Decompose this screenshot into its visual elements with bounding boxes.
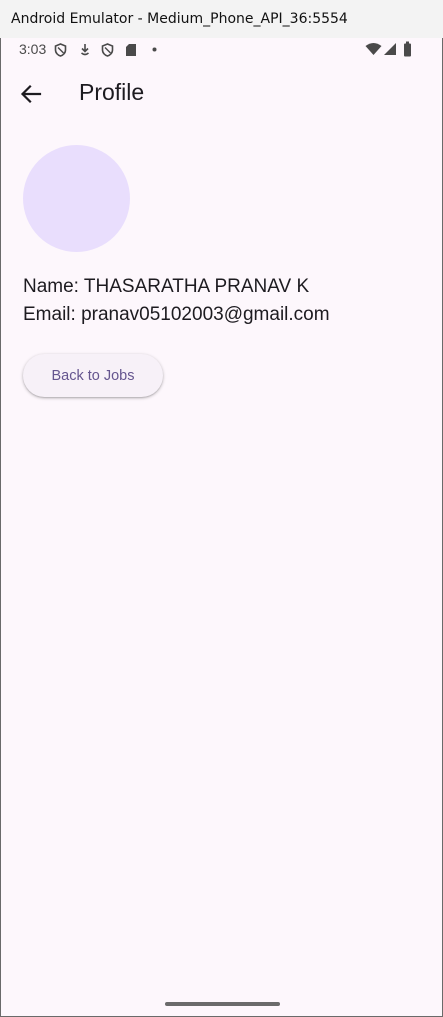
shield-icon xyxy=(101,43,114,57)
wifi-icon xyxy=(365,43,382,55)
profile-email: Email: pranav05102003@gmail.com xyxy=(23,304,330,325)
profile-name: Name: THASARATHA PRANAV K xyxy=(23,276,310,297)
shield-icon xyxy=(54,43,67,57)
emulator-window-title: Android Emulator - Medium_Phone_API_36:5… xyxy=(0,0,443,38)
page-title: Profile xyxy=(79,79,145,105)
status-time: 3:03 xyxy=(19,41,47,57)
dot-icon xyxy=(152,47,157,52)
avatar xyxy=(23,145,130,252)
status-bar: 3:03 xyxy=(1,38,442,62)
app-bar: Profile xyxy=(1,66,442,122)
back-to-jobs-label: Back to Jobs xyxy=(51,367,135,384)
arrow-left-icon xyxy=(20,84,42,104)
sd-card-icon xyxy=(126,44,136,56)
phone-screen: 3:03 Profile Name: THASARATHA PRANAV K E… xyxy=(0,38,443,1017)
battery-icon xyxy=(404,41,411,57)
download-icon xyxy=(80,44,90,56)
signal-icon xyxy=(384,43,396,55)
gesture-nav-handle[interactable] xyxy=(165,1002,280,1006)
back-button[interactable] xyxy=(13,76,49,112)
back-to-jobs-button[interactable]: Back to Jobs xyxy=(23,354,163,397)
